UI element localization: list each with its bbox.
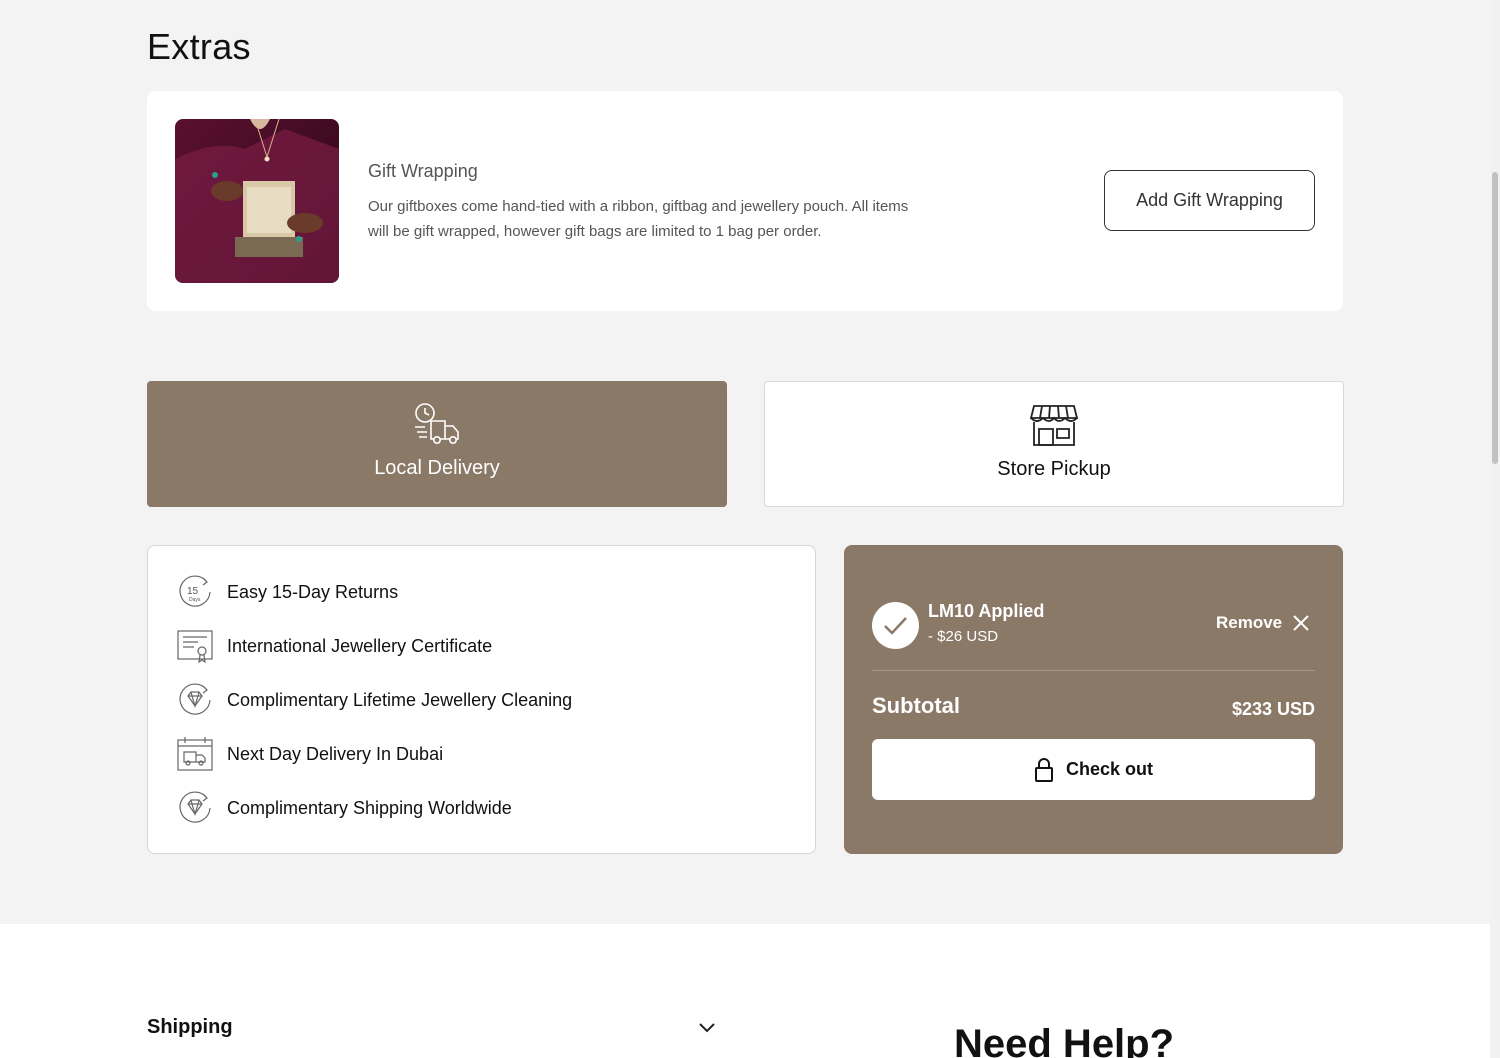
local-delivery-option[interactable]: Local Delivery [147, 381, 727, 507]
extras-heading: Extras [147, 26, 251, 67]
gift-wrapping-image [175, 119, 339, 283]
footer-section: Shipping Need Help? [0, 924, 1490, 1058]
diamond-cycle-icon [179, 683, 211, 715]
page-scrollbar[interactable] [1490, 0, 1500, 1058]
local-delivery-label: Local Delivery [374, 457, 500, 479]
gift-wrapping-title: Gift Wrapping [368, 161, 478, 181]
checkout-label: Check out [1065, 759, 1153, 779]
benefit-item: Next Day Delivery In Dubai [176, 734, 443, 774]
15-day-returns-icon: 15 Days [179, 575, 211, 607]
delivery-truck-clock-icon [415, 403, 459, 444]
gift-wrapping-card: Gift Wrapping Our giftboxes come hand-ti… [147, 91, 1343, 311]
svg-text:15: 15 [187, 586, 199, 597]
benefit-label: Complimentary Shipping Worldwide [227, 797, 512, 818]
benefit-label: Easy 15-Day Returns [227, 581, 399, 602]
store-pickup-label: Store Pickup [997, 458, 1111, 480]
benefit-label: Next Day Delivery In Dubai [227, 743, 444, 764]
add-gift-wrapping-button[interactable]: Add Gift Wrapping [1104, 170, 1315, 231]
cart-page: Extras Gift Wrapping Our giftboxes come … [0, 0, 1490, 1058]
calendar-truck-icon [177, 737, 213, 771]
benefit-item: International Jewellery Certificate [176, 626, 492, 666]
benefit-item: Complimentary Shipping Worldwide [176, 788, 512, 828]
close-icon [1293, 615, 1309, 631]
gift-wrapping-description: Our giftboxes come hand-tied with a ribb… [368, 198, 909, 240]
remove-discount-button[interactable]: Remove [1216, 613, 1310, 633]
storefront-icon [1029, 405, 1079, 446]
store-pickup-option[interactable]: Store Pickup [764, 381, 1344, 507]
benefit-label: International Jewellery Certificate [227, 635, 493, 656]
diamond-cycle-icon [179, 791, 211, 823]
benefit-item: 15 Days Easy 15-Day Returns [176, 572, 398, 612]
order-summary-card: LM10 Applied - $26 USD Remove Subtotal $… [844, 545, 1343, 854]
summary-divider [872, 670, 1315, 671]
checkout-button[interactable]: Check out [872, 739, 1315, 800]
svg-text:Days: Days [189, 597, 201, 603]
lock-icon [1034, 757, 1053, 782]
need-help-heading: Need Help? [954, 1022, 1175, 1058]
subtotal-value: $233 USD [1231, 699, 1315, 719]
benefit-item: Complimentary Lifetime Jewellery Cleanin… [176, 680, 572, 720]
discount-code: LM10 Applied [928, 601, 1045, 621]
scrollbar-thumb[interactable] [1492, 172, 1498, 464]
chevron-down-icon[interactable] [698, 1022, 716, 1034]
benefits-card: 15 Days Easy 15-Day Returns Internationa… [147, 545, 816, 854]
subtotal-label: Subtotal [872, 693, 960, 718]
check-icon [872, 602, 919, 649]
discount-amount: - $26 USD [928, 628, 999, 645]
remove-label: Remove [1216, 613, 1283, 632]
shipping-accordion-label[interactable]: Shipping [147, 1016, 233, 1039]
benefit-label: Complimentary Lifetime Jewellery Cleanin… [227, 689, 573, 710]
certificate-icon [177, 630, 213, 664]
